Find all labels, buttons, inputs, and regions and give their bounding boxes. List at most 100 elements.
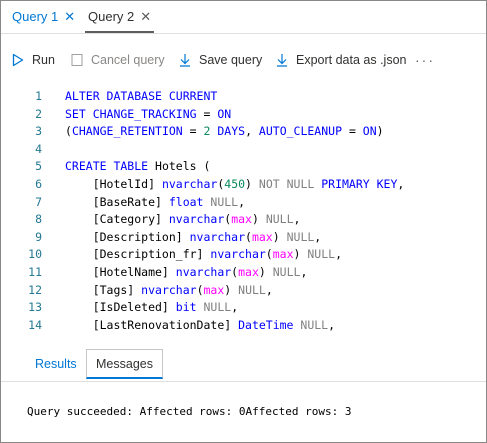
- tab-label: Query 1: [12, 9, 59, 24]
- code-text: SET CHANGE_TRACKING = ON: [65, 105, 231, 123]
- export-json-label: Export data as .json: [296, 53, 407, 67]
- code-token: (: [65, 124, 72, 139]
- code-token: ): [251, 212, 266, 227]
- code-token: NULL: [265, 212, 294, 227]
- code-token: ,: [245, 124, 259, 139]
- code-text: CREATE TABLE Hotels (: [65, 157, 210, 175]
- code-token: nvarchar: [168, 212, 225, 227]
- code-token: NULL: [238, 282, 266, 297]
- code-token: nvarchar: [141, 282, 197, 297]
- code-token: ON: [217, 106, 232, 121]
- tab-label: Query 2: [88, 9, 135, 24]
- code-token: [BaseRate]: [65, 194, 169, 209]
- code-token: (: [245, 229, 252, 244]
- code-token: =: [189, 124, 204, 139]
- tab-messages[interactable]: Messages: [86, 349, 163, 379]
- code-text: ALTER DATABASE CURRENT: [65, 87, 217, 105]
- sql-editor[interactable]: 1 ALTER DATABASE CURRENT 2 SET CHANGE_TRACK…: [1, 87, 486, 343]
- code-token: DAYS: [210, 124, 246, 139]
- line-number: 10: [28, 247, 42, 262]
- code-token: [IsDeleted]: [65, 300, 176, 315]
- code-token: max: [203, 282, 225, 297]
- code-text: [Category] nvarchar(max) NULL,: [65, 210, 301, 228]
- code-token: ,: [265, 282, 273, 297]
- code-token: NOT NULL: [258, 177, 322, 191]
- code-token: ,: [335, 247, 343, 262]
- tab-results[interactable]: Results: [35, 349, 77, 379]
- code-text: (CHANGE_RETENTION = 2 DAYS, AUTO_CLEANUP…: [65, 122, 384, 140]
- code-token: NULL: [286, 229, 315, 244]
- play-icon: [12, 53, 24, 67]
- code-token: [Description]: [65, 229, 190, 244]
- code-token: nvarchar: [189, 229, 246, 244]
- code-token: NULL: [210, 194, 239, 209]
- tab-query-2[interactable]: Query 2 ✕: [84, 1, 155, 33]
- code-token: nvarchar: [175, 265, 232, 279]
- code-token: float: [168, 194, 211, 209]
- line-number: 11: [28, 265, 42, 279]
- code-token: CREATE TABLE: [65, 159, 156, 174]
- code-token: ,: [397, 177, 405, 191]
- run-label: Run: [32, 53, 55, 67]
- code-text: [HotelId] nvarchar(450) NOT NULL PRIMARY…: [65, 175, 405, 193]
- code-token: bit: [175, 300, 204, 315]
- line-number: 5: [35, 159, 42, 174]
- code-token: ): [272, 229, 287, 244]
- code-token: NULL: [300, 317, 329, 332]
- line-number: 8: [35, 212, 42, 227]
- code-token: ON: [362, 124, 377, 139]
- cancel-query-label: Cancel query: [91, 53, 165, 67]
- save-query-label: Save query: [199, 53, 263, 67]
- code-token: ): [376, 124, 384, 139]
- close-icon[interactable]: ✕: [64, 9, 75, 25]
- code-token: 450: [224, 177, 246, 191]
- code-token: [LastRenovationDate]: [65, 317, 239, 332]
- code-token: ): [245, 177, 259, 191]
- line-number: 1: [35, 89, 42, 103]
- code-token: [Description_fr]: [65, 247, 211, 262]
- results-tabs: Results Messages: [1, 349, 486, 382]
- code-token: ): [258, 265, 273, 279]
- code-token: NULL: [203, 300, 232, 315]
- more-icon[interactable]: ···: [415, 45, 435, 75]
- code-token: SET CHANGE_TRACKING: [65, 106, 204, 121]
- code-token: AUTO_CLEANUP: [258, 124, 349, 139]
- code-token: =: [348, 124, 363, 139]
- export-json-button[interactable]: Export data as .json: [276, 45, 406, 75]
- code-token: [Tags]: [65, 282, 142, 297]
- code-text: [Tags] nvarchar(max) NULL,: [65, 281, 273, 299]
- run-button[interactable]: Run: [12, 45, 55, 75]
- query-message: Query succeeded: Affected rows: 0Affecte…: [27, 405, 352, 418]
- cancel-query-button[interactable]: Cancel query: [71, 45, 165, 75]
- line-number: 6: [35, 177, 42, 191]
- line-number: 7: [35, 194, 42, 209]
- code-token: Hotels (: [155, 159, 211, 174]
- code-token: ,: [231, 300, 239, 315]
- code-token: NULL: [307, 247, 336, 262]
- line-number: 14: [28, 317, 42, 332]
- code-token: ,: [293, 212, 301, 227]
- code-token: ,: [300, 265, 308, 279]
- code-token: ,: [314, 229, 322, 244]
- code-token: [HotelName]: [65, 265, 176, 279]
- code-token: NULL: [272, 265, 301, 279]
- code-text: [IsDeleted] bit NULL,: [65, 298, 238, 316]
- code-text: [Description] nvarchar(max) NULL,: [65, 228, 322, 246]
- line-number: 3: [35, 124, 42, 139]
- code-token: max: [272, 247, 294, 262]
- code-token: ): [224, 282, 239, 297]
- code-token: nvarchar: [161, 177, 218, 191]
- code-token: DateTime: [238, 317, 301, 332]
- code-text: [HotelName] nvarchar(max) NULL,: [65, 263, 308, 281]
- code-token: CHANGE_RETENTION: [71, 124, 190, 139]
- tab-query-1[interactable]: Query 1 ✕: [12, 1, 75, 32]
- toolbar: Run Cancel query Save query Export data …: [1, 45, 486, 75]
- download-arrow-icon: [277, 54, 287, 67]
- query-editor-window: Query 1 ✕ Query 2 ✕ Run Cancel query Sav…: [0, 0, 487, 443]
- code-token: max: [251, 229, 273, 244]
- save-query-button[interactable]: Save query: [179, 45, 262, 75]
- close-icon[interactable]: ✕: [140, 9, 151, 25]
- code-token: ALTER DATABASE CURRENT: [65, 89, 218, 103]
- line-number: 2: [35, 106, 42, 121]
- line-number: 13: [28, 300, 42, 315]
